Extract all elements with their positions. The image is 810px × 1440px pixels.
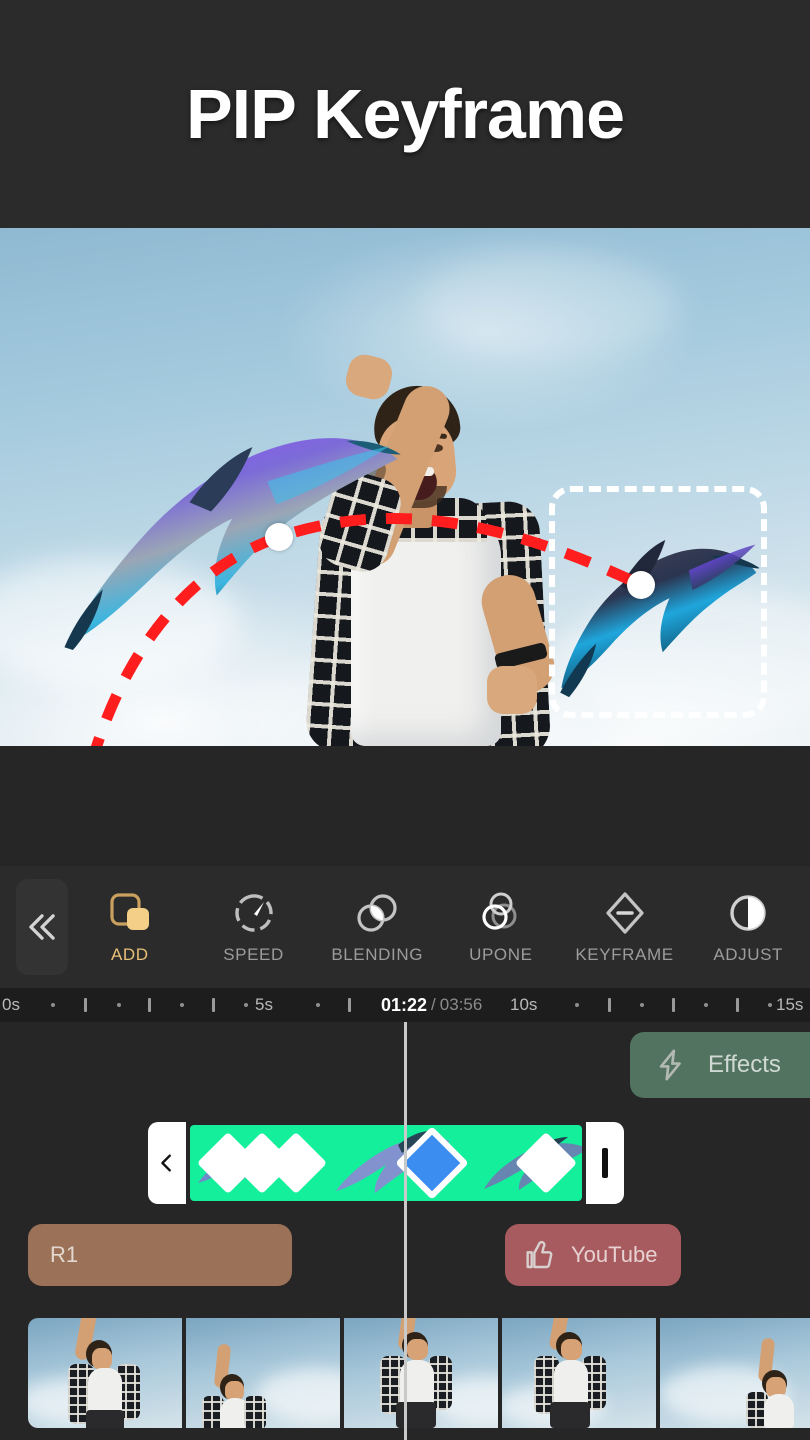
filmstrip-frame[interactable]	[186, 1318, 340, 1428]
three-circles-icon	[477, 889, 525, 937]
video-editor-app: PIP Keyframe	[0, 0, 810, 1440]
ruler-dot	[180, 1003, 184, 1007]
time-readout: 01:22 / 03:56	[381, 988, 482, 1022]
tool-label: ADD	[111, 945, 149, 965]
tool-label: ADJUST	[713, 945, 783, 965]
keyframe-anchor-2[interactable]	[265, 523, 293, 551]
ruler-dot	[575, 1003, 579, 1007]
ruler-dot	[117, 1003, 121, 1007]
clip-left-handle[interactable]	[148, 1122, 186, 1204]
ruler-tick	[736, 998, 739, 1012]
frame-legs	[86, 1410, 124, 1428]
ruler-tick	[348, 998, 351, 1012]
keyframe-anchor-3[interactable]	[627, 571, 655, 599]
frame-face	[407, 1339, 428, 1360]
frame-body	[764, 1394, 794, 1428]
ruler-tick	[608, 998, 611, 1012]
tool-list: ADD SPEED	[68, 889, 810, 965]
timeline-ruler[interactable]: 0s 5s 01:22 / 03:56 10s 15s	[0, 988, 810, 1022]
ruler-label: 0s	[2, 995, 20, 1015]
pip-toolbar: ADD SPEED	[0, 866, 810, 988]
tool-speed[interactable]: SPEED	[192, 889, 316, 965]
tool-add[interactable]: ADD	[68, 889, 192, 965]
tool-adjust[interactable]: ADJUST	[686, 889, 810, 965]
add-pip-icon	[106, 889, 154, 937]
frame-shirt	[244, 1396, 266, 1428]
speedometer-icon	[230, 889, 278, 937]
ruler-dot	[640, 1003, 644, 1007]
youtube-track-label: YouTube	[571, 1242, 657, 1268]
effects-track-clip[interactable]: Effects	[630, 1032, 810, 1098]
pip-dolphin-clip[interactable]	[190, 1125, 582, 1201]
total-time: 03:56	[440, 995, 483, 1015]
playhead[interactable]	[404, 1022, 407, 1440]
tool-label: UPONE	[469, 945, 532, 965]
time-separator: /	[431, 995, 436, 1015]
preview-gap	[0, 746, 810, 866]
blend-circles-icon	[353, 889, 401, 937]
tool-keyframe[interactable]: KEYFRAME	[563, 889, 687, 965]
effects-track-label: Effects	[708, 1051, 781, 1079]
r1-track-clip[interactable]: R1	[28, 1224, 292, 1286]
half-circle-icon	[724, 889, 772, 937]
frame-body	[88, 1368, 122, 1416]
tool-label: SPEED	[223, 945, 284, 965]
ruler-tick	[672, 998, 675, 1012]
page-title: PIP Keyframe	[186, 74, 624, 154]
filmstrip-frame[interactable]	[28, 1318, 182, 1428]
tool-label: BLENDING	[331, 945, 423, 965]
youtube-track-clip[interactable]: YouTube	[505, 1224, 681, 1286]
ruler-dot	[51, 1003, 55, 1007]
video-preview-canvas[interactable]	[0, 228, 810, 746]
tool-blending[interactable]: BLENDING	[315, 889, 439, 965]
frame-face	[561, 1339, 582, 1360]
cloud-shape	[420, 248, 680, 358]
ruler-tick	[212, 998, 215, 1012]
ruler-label: 15s	[776, 995, 803, 1015]
lightning-bolt-icon	[654, 1048, 688, 1082]
filmstrip-frame[interactable]	[344, 1318, 498, 1428]
ruler-dot	[768, 1003, 772, 1007]
ruler-label: 5s	[255, 995, 273, 1015]
tool-upone[interactable]: UPONE	[439, 889, 563, 965]
ruler-tick	[148, 998, 151, 1012]
right-fist	[487, 666, 537, 714]
frame-body	[554, 1360, 588, 1406]
chevron-double-left-icon[interactable]	[16, 879, 68, 975]
ruler-dot	[704, 1003, 708, 1007]
filmstrip-frame[interactable]	[502, 1318, 656, 1428]
filmstrip-frame[interactable]	[660, 1318, 810, 1428]
frame-legs	[396, 1402, 436, 1428]
ruler-dot	[244, 1003, 248, 1007]
clip-right-handle[interactable]	[586, 1122, 624, 1204]
frame-legs	[550, 1402, 590, 1428]
thumbs-up-icon	[525, 1239, 557, 1271]
title-bar: PIP Keyframe	[0, 0, 810, 228]
ruler-label: 10s	[510, 995, 537, 1015]
r1-track-label: R1	[50, 1242, 78, 1268]
current-time: 01:22	[381, 995, 427, 1016]
trim-bar-icon	[602, 1148, 608, 1178]
ruler-dot	[316, 1003, 320, 1007]
frame-face	[92, 1348, 112, 1370]
frame-cloud	[256, 1368, 340, 1422]
tool-label: KEYFRAME	[575, 945, 673, 965]
chevron-left-icon	[156, 1152, 178, 1174]
ruler-tick	[84, 998, 87, 1012]
pip-clip-row	[148, 1122, 624, 1204]
main-video-filmstrip[interactable]	[28, 1318, 810, 1428]
diamond-minus-icon	[601, 889, 649, 937]
pip-selection-box[interactable]	[549, 486, 767, 718]
